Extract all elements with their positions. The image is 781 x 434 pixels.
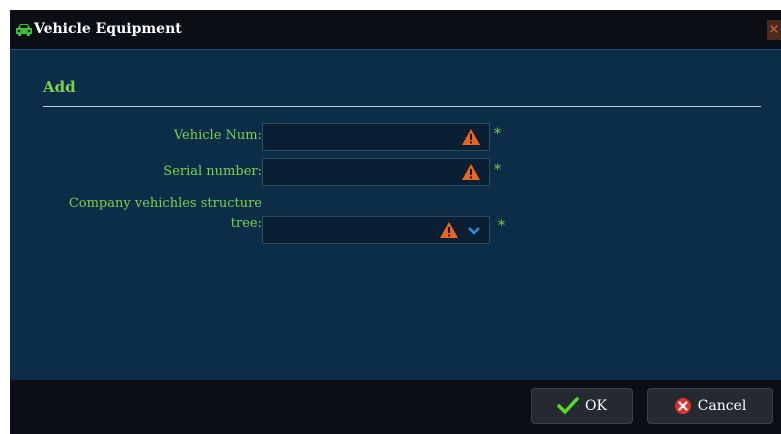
vehicle-num-label: Vehicle Num:	[173, 128, 262, 143]
warning-icon	[462, 164, 480, 180]
close-icon: ×	[768, 22, 780, 37]
car-icon	[16, 24, 32, 36]
cancel-button-label: Cancel	[697, 398, 747, 414]
chevron-down-icon[interactable]	[467, 226, 481, 236]
ok-button[interactable]: OK	[531, 388, 633, 424]
company-tree-select[interactable]	[262, 216, 490, 244]
serial-number-required-mark: *	[494, 162, 501, 178]
warning-icon	[462, 129, 480, 145]
serial-number-input[interactable]	[262, 158, 490, 186]
cancel-icon	[674, 398, 691, 414]
company-tree-required-mark: *	[498, 218, 505, 234]
close-button[interactable]: ×	[767, 20, 781, 40]
company-tree-label: Company vehichles structure tree:	[69, 194, 262, 234]
vehicle-num-input[interactable]	[262, 123, 490, 151]
dialog-footer: OK Cancel	[10, 380, 781, 434]
vehicle-equipment-dialog: Vehicle Equipment × Add Vehicle Num: * S…	[10, 10, 781, 434]
section-divider	[43, 106, 761, 107]
section-title: Add	[43, 78, 76, 96]
cancel-button[interactable]: Cancel	[647, 388, 773, 424]
dialog-title: Vehicle Equipment	[34, 21, 182, 37]
company-tree-label-line2: tree:	[230, 216, 262, 231]
checkmark-icon	[557, 397, 579, 414]
serial-number-label: Serial number:	[163, 164, 262, 179]
vehicle-num-required-mark: *	[494, 126, 501, 142]
dialog-titlebar: Vehicle Equipment ×	[10, 10, 781, 50]
company-tree-label-line1: Company vehichles structure	[68, 196, 262, 211]
warning-icon	[440, 222, 458, 238]
ok-button-label: OK	[585, 398, 607, 414]
